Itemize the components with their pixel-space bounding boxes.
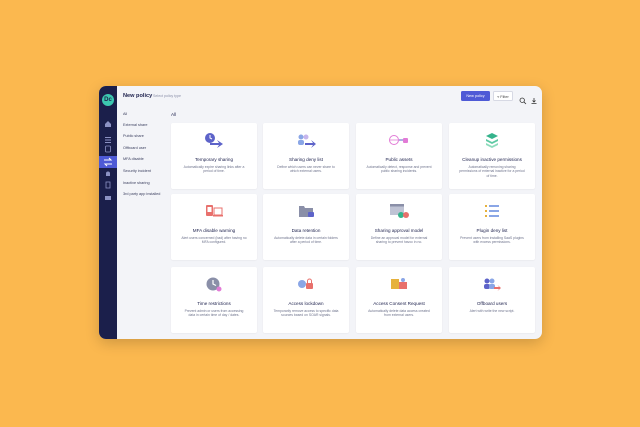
app-window: Dc New policy Select policy type New pol… [99,86,542,339]
clock-arrow-icon [204,132,224,148]
policy-card-cleanup-inactive-permissions[interactable]: Cleanup inactive permissions Automatical… [449,123,535,189]
card-title: Public assets [385,157,413,162]
list-icon[interactable] [103,136,113,145]
card-description: Temporarily remove access to specific da… [273,309,339,318]
card-description: Automatically delete data in certain fol… [274,236,338,245]
policy-card-plugin-deny-list[interactable]: Plugin deny list Prevent users from inst… [449,194,535,260]
stack-icon [482,132,502,148]
top-bar: New policy Select policy type New policy… [117,86,542,106]
policy-card-mfa-disable-warning[interactable]: MFA disable warning Alert users concerne… [171,194,257,260]
policy-card-data-retention[interactable]: Data retention Automatically delete data… [263,194,349,260]
home-icon[interactable] [103,120,113,129]
filter-third-party-app[interactable]: 3rd party app installed [123,192,171,197]
app-logo[interactable]: Dc [102,94,114,106]
card-description: Alert users concerned (bad) after having… [181,236,247,245]
card-title: Access lockdown [288,301,324,306]
card-description: Automatically delete data access created… [368,309,430,318]
card-title: Sharing deny list [289,157,323,162]
filter-mfa-disable[interactable]: MFA disable [123,157,171,162]
filter-icon: ▿ [497,95,500,99]
card-description: Automatically removing sharing permissio… [459,165,525,178]
section-label: All [171,112,177,117]
globe-lock-icon [389,132,409,148]
policy-card-sharing-deny-list[interactable]: Sharing deny list Define which users can… [263,123,349,189]
new-policy-button[interactable]: New policy [461,91,490,101]
card-title: Sharing approval model [374,228,424,233]
card-description: Alert with write the new script. [469,309,515,313]
card-title: Temporary sharing [194,157,234,162]
filter-external-share[interactable]: External share [123,123,171,128]
consent-icon [389,276,409,292]
card-title: MFA disable warning [192,228,236,233]
policy-card-offboard-users[interactable]: Offboard users Alert with write the new … [449,267,535,333]
card-description: Automatically expire sharing links after… [183,165,245,174]
list-check-icon [482,203,502,219]
card-description: Define an approval model for external sh… [370,236,428,245]
monitor-icon[interactable] [103,194,113,203]
policy-card-temporary-sharing[interactable]: Temporary sharing Automatically expire s… [171,123,257,189]
card-title: Plugin deny list [476,228,508,233]
download-icon[interactable] [530,92,538,110]
filter-offboard-user[interactable]: Offboard user [123,146,171,151]
search-icon[interactable] [519,92,527,110]
card-title: Cleanup inactive permissions [462,157,522,162]
card-description: Define which users can never share to wh… [277,165,335,174]
transfer-icon[interactable] [99,156,117,168]
users-share-icon [296,132,316,148]
folder-lock-icon [296,203,316,219]
document-icon[interactable] [103,181,113,190]
bell-icon[interactable] [103,170,113,179]
filter-label: Filter [500,95,509,99]
card-description: Automatically detect, response and preve… [366,165,432,174]
users-exit-icon [482,276,502,292]
card-title: Offboard users [476,301,508,306]
page-title: New policy [123,93,153,99]
policy-card-sharing-approval-model[interactable]: Sharing approval model Define an approva… [356,194,442,260]
filter-public-share[interactable]: Public share [123,134,171,139]
policy-card-access-lockdown[interactable]: Access lockdown Temporarily remove acces… [263,267,349,333]
database-icon[interactable] [103,145,113,154]
card-title: Access Consent Request [373,301,425,306]
policy-card-time-restrictions[interactable]: Time restrictions Prevent admin or users… [171,267,257,333]
card-title: Data retention [291,228,321,233]
filter-inactive-sharing[interactable]: Inactive sharing [123,181,171,186]
filter-all[interactable]: All [123,112,171,117]
card-title: Time restrictions [197,301,231,306]
mfa-device-icon [204,203,224,219]
sidebar-rail: Dc [99,86,117,339]
filter-button[interactable]: ▿ Filter [493,91,513,101]
policy-card-public-assets[interactable]: Public assets Automatically detect, resp… [356,123,442,189]
card-description: Prevent admin or users from accessing da… [184,309,244,318]
policy-card-access-consent-request[interactable]: Access Consent Request Automatically del… [356,267,442,333]
card-description: Prevent users from installing SaaS plugi… [460,236,524,245]
approval-window-icon [389,203,409,219]
lock-icon [296,276,316,292]
page-subtitle: Select policy type [153,94,181,98]
filter-security-incident[interactable]: Security incident [123,169,171,174]
clock-icon [204,276,224,292]
